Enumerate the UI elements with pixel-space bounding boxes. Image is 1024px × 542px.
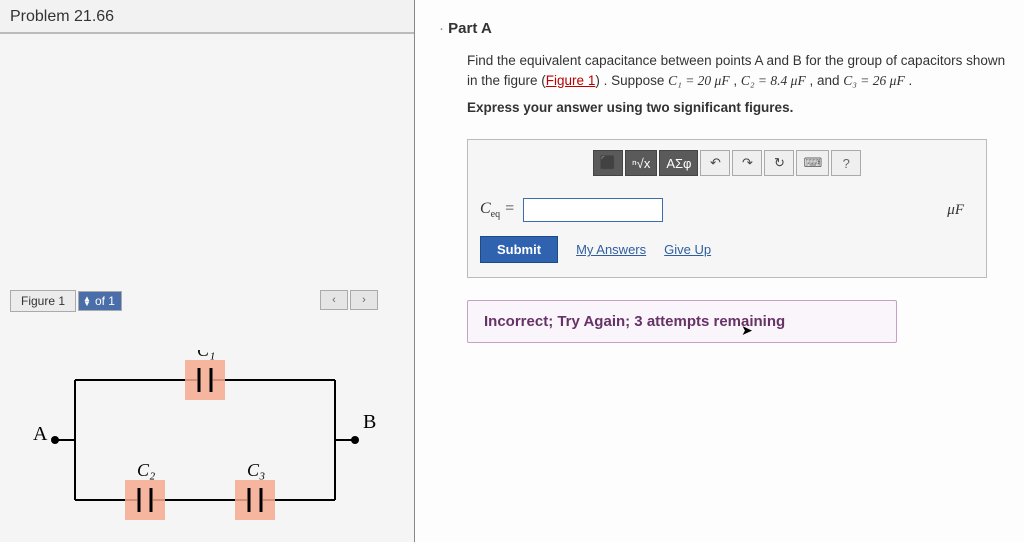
spinner-arrows-icon: ▲▼ [83,296,91,306]
circuit-figure: A B C₁ C₂ C₃ [15,350,395,530]
templates-button[interactable]: ⬛ [593,150,623,176]
figure-tab[interactable]: Figure 1 [10,290,76,312]
reset-button[interactable]: ↻ [764,150,794,176]
keyboard-button[interactable]: ⌨ [796,150,829,176]
answer-variable-label: Ceq = [480,200,515,220]
redo-button[interactable]: ↷ [732,150,762,176]
answer-box: ⬛ ⁿ√x ΑΣφ ↶ ↷ ↻ ⌨ ? Ceq = μF Submit My A… [467,139,987,278]
equation-toolbar: ⬛ ⁿ√x ΑΣφ ↶ ↷ ↻ ⌨ ? [480,150,974,176]
figure-link[interactable]: Figure 1 [546,73,596,88]
my-answers-link[interactable]: My Answers [576,242,646,257]
greek-button[interactable]: ΑΣφ [659,150,698,176]
undo-button[interactable]: ↶ [700,150,730,176]
answer-unit: μF [947,202,964,219]
feedback-message: Incorrect; Try Again; 3 attempts remaini… [467,300,897,343]
figure-page-spinner[interactable]: ▲▼ of 1 [78,291,122,311]
give-up-link[interactable]: Give Up [664,242,711,257]
c1-label: C₁ [197,350,215,360]
problem-prompt: Find the equivalent capacitance between … [445,51,1010,90]
figure-next-button[interactable]: › [350,290,378,310]
figure-prev-button[interactable]: ‹ [320,290,348,310]
terminal-a-label: A [33,423,48,445]
problem-title: Problem 21.66 [0,0,414,34]
answer-instructions: Express your answer using two significan… [445,100,1010,115]
mouse-cursor-icon: ➤ [741,322,753,339]
c3-label: C₃ [247,460,265,480]
help-button[interactable]: ? [831,150,861,176]
root-button[interactable]: ⁿ√x [625,150,657,176]
figure-page-label: of 1 [95,294,115,308]
part-label: Part A [445,20,1010,37]
answer-input[interactable] [523,198,663,222]
submit-button[interactable]: Submit [480,236,558,263]
terminal-b-label: B [363,411,376,433]
c2-label: C₂ [137,460,155,480]
